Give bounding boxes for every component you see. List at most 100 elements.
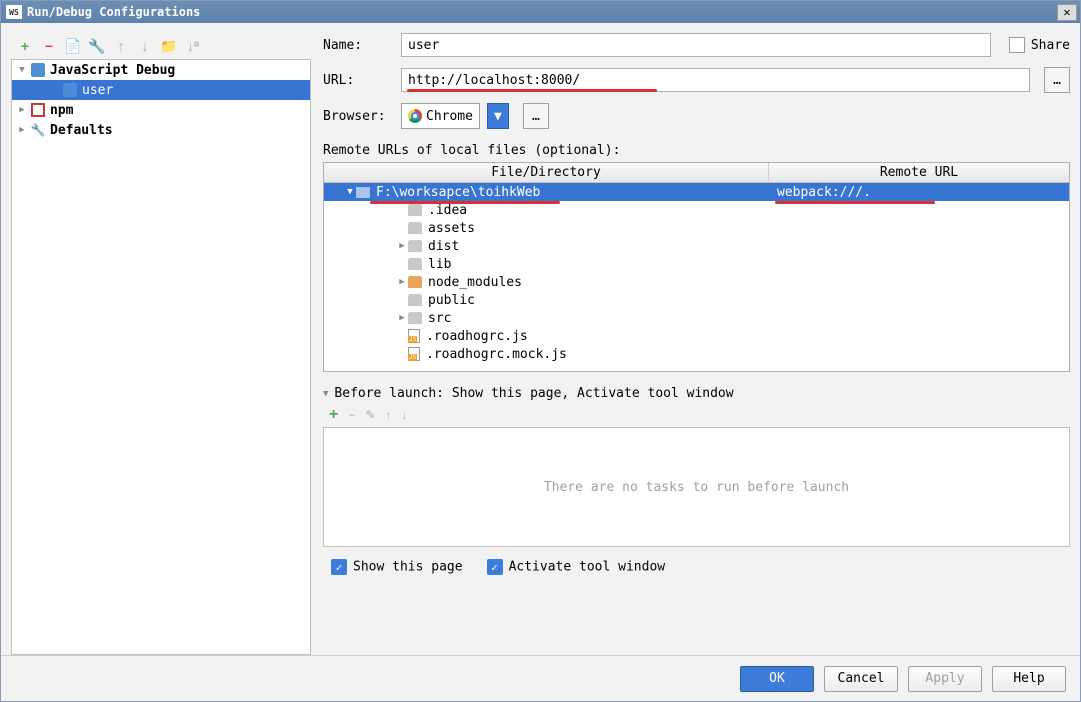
copy-icon[interactable]: 📄 [65, 38, 81, 54]
col-remote: Remote URL [769, 163, 1069, 182]
chevron-right-icon[interactable]: ▶ [16, 124, 28, 136]
apply-button[interactable]: Apply [908, 666, 982, 692]
move-down-icon[interactable]: ↓ [137, 38, 153, 54]
file-name: src [428, 311, 451, 326]
browser-browse-button[interactable]: … [523, 103, 549, 129]
annotation-underline [775, 201, 935, 204]
chevron-right-icon[interactable]: ▶ [396, 277, 408, 287]
tasks-list[interactable]: There are no tasks to run before launch [323, 427, 1070, 547]
table-row-root[interactable]: ▼ F:\worksapce\toihkWeb webpack:///. [324, 183, 1069, 201]
chevron-down-icon[interactable]: ▼ [344, 187, 356, 197]
tree-node-jsdebug[interactable]: ▼ JavaScript Debug [12, 60, 310, 80]
js-file-icon [408, 329, 420, 343]
jsdebug-icon [62, 82, 78, 98]
tree-label: JavaScript Debug [50, 63, 175, 78]
sort-icon[interactable]: ↓ª [185, 38, 201, 54]
config-toolbar: + − 📄 🔧 ↑ ↓ 📁 ↓ª [11, 33, 311, 59]
name-input[interactable] [401, 33, 991, 57]
ok-button[interactable]: OK [740, 666, 814, 692]
close-button[interactable]: ✕ [1057, 4, 1077, 21]
browser-row: Browser: Chrome ▼ … [323, 103, 1070, 129]
show-page-checkbox[interactable]: ✓Show this page [331, 559, 463, 575]
settings-icon[interactable]: 🔧 [89, 38, 105, 54]
folder-icon [356, 187, 370, 198]
file-table-header: File/Directory Remote URL [324, 163, 1069, 183]
folder-icon [408, 313, 422, 324]
chevron-down-icon[interactable]: ▼ [16, 64, 28, 76]
name-label: Name: [323, 38, 393, 53]
table-row[interactable]: ▶ dist [324, 237, 1069, 255]
url-label: URL: [323, 73, 393, 88]
share-checkbox[interactable]: Share [1009, 37, 1070, 53]
chevron-right-icon[interactable]: ▶ [396, 241, 408, 251]
file-name: public [428, 293, 475, 308]
window-title: Run/Debug Configurations [27, 5, 200, 19]
tree-node-defaults[interactable]: ▶ Defaults [12, 120, 310, 140]
browser-dropdown-button[interactable]: ▼ [487, 103, 509, 129]
remote-urls-label: Remote URLs of local files (optional): [323, 143, 1070, 158]
chevron-right-icon[interactable]: ▶ [396, 313, 408, 323]
remove-icon[interactable]: − [41, 38, 57, 54]
checkbox-icon[interactable] [1009, 37, 1025, 53]
file-table: File/Directory Remote URL ▼ F:\worksapce… [323, 162, 1070, 372]
file-table-body[interactable]: ▼ F:\worksapce\toihkWeb webpack:///. .id… [324, 183, 1069, 371]
chevron-down-icon[interactable]: ▼ [323, 389, 328, 399]
help-button[interactable]: Help [992, 666, 1066, 692]
add-task-icon[interactable]: + [329, 406, 338, 424]
js-file-icon [408, 347, 420, 361]
url-row: URL: … [323, 67, 1070, 93]
wrench-icon [30, 122, 46, 138]
table-row[interactable]: public [324, 291, 1069, 309]
table-row[interactable]: .idea [324, 201, 1069, 219]
title-bar: WS Run/Debug Configurations ✕ [1, 1, 1080, 23]
table-row[interactable]: assets [324, 219, 1069, 237]
before-launch-label: Before launch: Show this page, Activate … [334, 386, 733, 401]
folder-icon[interactable]: 📁 [161, 38, 177, 54]
move-up-icon[interactable]: ↑ [113, 38, 129, 54]
file-name: .roadhogrc.mock.js [426, 347, 567, 362]
before-launch-header[interactable]: ▼ Before launch: Show this page, Activat… [323, 386, 1070, 401]
table-row[interactable]: .roadhogrc.js [324, 327, 1069, 345]
url-browse-button[interactable]: … [1044, 67, 1070, 93]
folder-icon [408, 241, 422, 252]
tree-label: user [82, 83, 113, 98]
button-bar: OK Cancel Apply Help [1, 655, 1080, 701]
share-label: Share [1031, 38, 1070, 53]
tree-label: npm [50, 103, 73, 118]
table-row[interactable]: lib [324, 255, 1069, 273]
file-name: assets [428, 221, 475, 236]
folder-icon [408, 259, 422, 270]
table-row[interactable]: .roadhogrc.mock.js [324, 345, 1069, 363]
browser-value: Chrome [426, 109, 473, 124]
remove-task-icon[interactable]: − [348, 408, 355, 422]
add-icon[interactable]: + [17, 38, 33, 54]
table-row[interactable]: ▶ src [324, 309, 1069, 327]
remote-url: webpack:///. [777, 185, 871, 200]
browser-select[interactable]: Chrome [401, 103, 480, 129]
tree-node-user[interactable]: user [12, 80, 310, 100]
chevron-right-icon[interactable]: ▶ [16, 104, 28, 116]
file-name: node_modules [428, 275, 522, 290]
move-up-icon[interactable]: ↑ [385, 408, 391, 422]
folder-icon [408, 277, 422, 288]
activate-window-checkbox[interactable]: ✓Activate tool window [487, 559, 666, 575]
dialog-content: + − 📄 🔧 ↑ ↓ 📁 ↓ª ▼ JavaScript Debug user [1, 23, 1080, 655]
tree-label: Defaults [50, 123, 113, 138]
tasks-toolbar: + − ✎ ↑ ↓ [323, 401, 1070, 427]
jsdebug-icon [30, 62, 46, 78]
annotation-underline [407, 89, 657, 92]
col-file: File/Directory [324, 163, 769, 182]
cancel-button[interactable]: Cancel [824, 666, 898, 692]
dialog-window: WS Run/Debug Configurations ✕ + − 📄 🔧 ↑ … [0, 0, 1081, 702]
move-down-icon[interactable]: ↓ [401, 408, 407, 422]
edit-task-icon[interactable]: ✎ [365, 408, 375, 422]
file-name: lib [428, 257, 451, 272]
table-row[interactable]: ▶ node_modules [324, 273, 1069, 291]
left-panel: + − 📄 🔧 ↑ ↓ 📁 ↓ª ▼ JavaScript Debug user [11, 33, 311, 655]
tree-node-npm[interactable]: ▶ npm [12, 100, 310, 120]
tasks-empty-text: There are no tasks to run before launch [544, 480, 849, 495]
file-name: dist [428, 239, 459, 254]
config-tree[interactable]: ▼ JavaScript Debug user ▶ npm ▶ Defaults [11, 59, 311, 655]
launch-options: ✓Show this page ✓Activate tool window [323, 559, 1070, 575]
checkbox-checked-icon: ✓ [487, 559, 503, 575]
